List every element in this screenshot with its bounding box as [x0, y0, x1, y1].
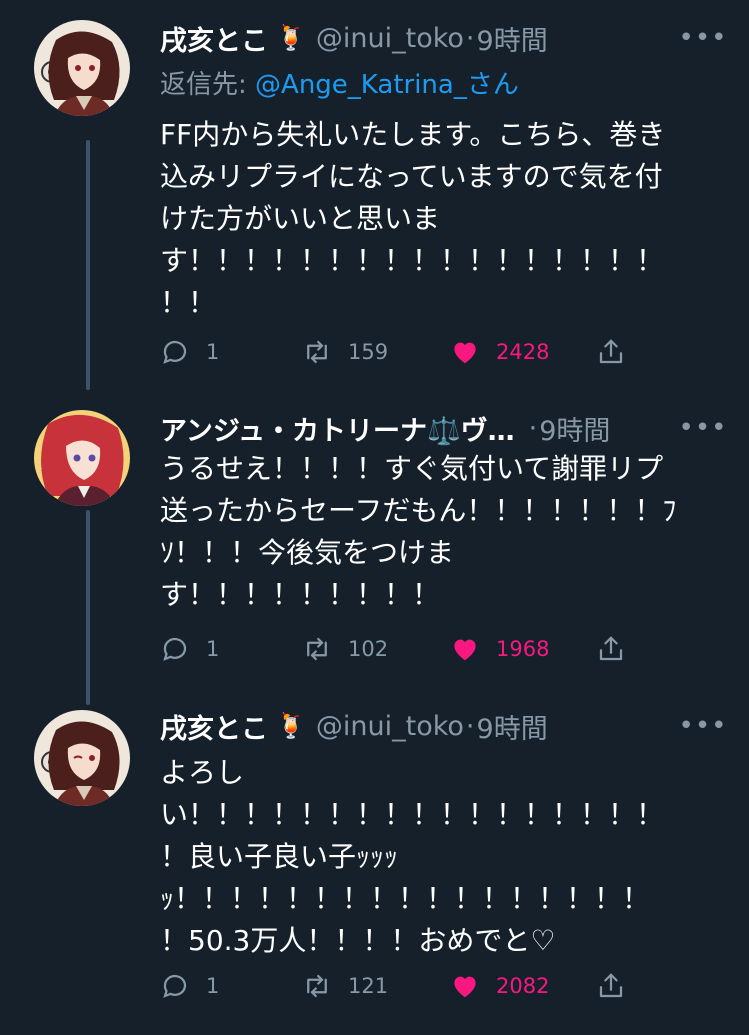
text-line: ｯ！！！！！！！！！！！！！！！！！ [160, 882, 651, 915]
more-icon[interactable]: ••• [679, 704, 727, 748]
text-line: 込みリプライになっていますので気を付 [160, 160, 663, 193]
reply-button[interactable]: 1 [160, 966, 219, 1006]
avatar[interactable] [34, 710, 130, 806]
tweet-header: 戌亥とこ 🍹 @inui_toko · 9時間 [160, 704, 709, 748]
reply-mention[interactable]: @Ange_Katrina_ [255, 70, 467, 100]
retweet-count: 121 [348, 974, 389, 998]
reply-icon [163, 637, 187, 661]
share-button[interactable] [596, 332, 626, 372]
reply-suffix: さん [466, 70, 519, 100]
cocktail-emoji: 🍹 [276, 712, 306, 740]
text-line: す！！！！！！！！！！！！！！！！！ [160, 244, 665, 277]
retweet-button[interactable]: 102 [302, 629, 388, 669]
tweet-header: 戌亥とこ 🍹 @inui_toko · 9時間 [160, 16, 709, 60]
share-icon [599, 973, 623, 998]
like-button[interactable]: 1968 [450, 629, 549, 669]
like-count: 1968 [496, 637, 550, 661]
separator-dot: · [465, 710, 475, 742]
avatar[interactable] [34, 20, 130, 116]
retweet-button[interactable]: 159 [302, 332, 388, 372]
retweet-icon [307, 974, 327, 998]
tweet-text: よろし い！！！！！！！！！！！！！！！！！ ！良い子良い子ｯｯｯ ｯ！！！！！… [160, 752, 710, 962]
text-line: けた方がいいと思いま [160, 202, 441, 235]
separator-dot: · [465, 22, 475, 54]
reply-to: 返信先: @Ange_Katrina_さん [160, 64, 519, 101]
tweet-text: うるせえ！！！！すぐ気付いて謝罪リプ 送ったからセーフだもん！！！！！！！ﾌ ｿ… [160, 448, 710, 616]
timestamp[interactable]: 9時間 [477, 707, 548, 746]
cocktail-emoji: 🍹 [276, 24, 306, 52]
heart-icon [454, 976, 476, 998]
reply-count: 1 [206, 340, 220, 364]
more-icon[interactable]: ••• [679, 16, 727, 60]
share-icon [599, 339, 623, 364]
like-count: 2428 [496, 340, 550, 364]
text-line: ！50.3万人！！！！おめでと♡ [160, 924, 556, 957]
like-button[interactable]: 2082 [450, 966, 549, 1006]
reply-to-label: 返信先: [160, 70, 256, 100]
reply-count: 1 [206, 974, 220, 998]
display-name[interactable]: 戌亥とこ [160, 707, 268, 746]
avatar[interactable] [34, 410, 130, 506]
tweet[interactable]: アンジュ・カトリーナ⚖️ヴ… · 9時間 ••• うるせえ！！！！すぐ気付いて謝… [0, 400, 749, 690]
tweet[interactable]: 戌亥とこ 🍹 @inui_toko · 9時間 ••• 返信先: @Ange_K… [0, 0, 749, 400]
action-bar: 1 121 2082 [160, 966, 640, 1006]
more-icon[interactable]: ••• [679, 406, 727, 450]
retweet-icon [307, 340, 327, 364]
handle[interactable]: @inui_toko [316, 711, 464, 742]
reply-count: 1 [206, 637, 220, 661]
heart-icon [454, 342, 476, 364]
retweet-button[interactable]: 121 [302, 966, 388, 1006]
text-line: ｿ！！！今後気をつけま [160, 536, 455, 569]
share-icon [599, 636, 623, 661]
text-line: ！良い子良い子ｯｯｯ [160, 840, 399, 873]
reply-icon [163, 340, 187, 364]
heart-icon [454, 639, 476, 661]
share-button[interactable] [596, 966, 626, 1006]
text-line: す！！！！！！！！！ [160, 578, 441, 611]
tweet-header: アンジュ・カトリーナ⚖️ヴ… · 9時間 [160, 406, 709, 450]
display-name[interactable]: アンジュ・カトリーナ⚖️ヴ… [160, 409, 515, 448]
tweet-text: FF内から失礼いたします。こちら、巻き 込みリプライになっていますので気を付 け… [160, 114, 710, 324]
text-line: 送ったからセーフだもん！！！！！！！ﾌ [160, 494, 677, 527]
retweet-count: 159 [348, 340, 389, 364]
timestamp[interactable]: 9時間 [539, 409, 610, 448]
text-line: よろし [160, 756, 245, 789]
reply-button[interactable]: 1 [160, 332, 219, 372]
like-button[interactable]: 2428 [450, 332, 549, 372]
timestamp[interactable]: 9時間 [477, 19, 548, 58]
separator-dot: · [528, 412, 538, 444]
text-line: FF内から失礼いたします。こちら、巻き [160, 118, 666, 151]
tweet[interactable]: 戌亥とこ 🍹 @inui_toko · 9時間 ••• よろし い！！！！！！！… [0, 690, 749, 1035]
like-count: 2082 [496, 974, 550, 998]
reply-button[interactable]: 1 [160, 629, 219, 669]
action-bar: 1 102 1968 [160, 629, 640, 669]
reply-icon [163, 974, 187, 998]
text-line: うるせえ！！！！すぐ気付いて謝罪リプ [160, 452, 664, 485]
text-line: ！！ [160, 286, 217, 319]
retweet-count: 102 [348, 637, 389, 661]
handle[interactable]: @inui_toko [316, 23, 464, 54]
share-button[interactable] [596, 629, 626, 669]
retweet-icon [307, 637, 327, 661]
display-name[interactable]: 戌亥とこ [160, 19, 268, 58]
text-line: い！！！！！！！！！！！！！！！！！ [160, 798, 665, 831]
action-bar: 1 159 2428 [160, 332, 640, 372]
